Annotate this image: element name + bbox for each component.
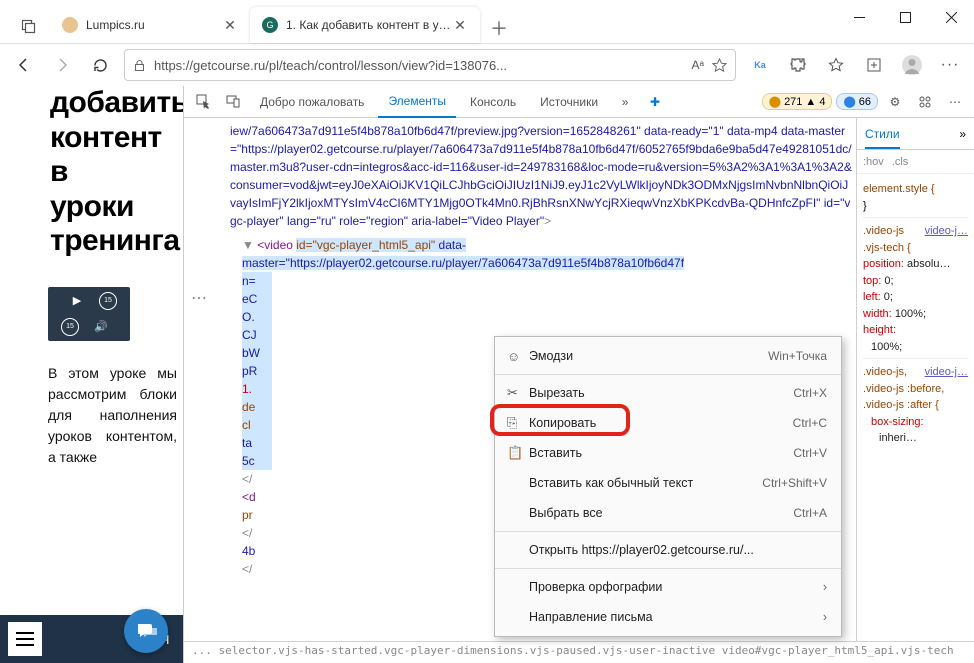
back-button[interactable] xyxy=(6,47,42,83)
tab-lumpics[interactable]: Lumpics.ru ✕ xyxy=(50,7,250,43)
refresh-button[interactable] xyxy=(82,47,118,83)
toolbar: https://getcourse.ru/pl/teach/control/le… xyxy=(0,44,974,86)
page-title: добавить контент в уроки тренинга xyxy=(0,86,183,259)
maximize-button[interactable] xyxy=(882,0,928,34)
context-menu: ☺ЭмодзиWin+Точка ✂ВырезатьCtrl+X ⎘Копиро… xyxy=(494,336,842,637)
code-line-video[interactable]: ▼ <video id="vgc-player_html5_api" data-… xyxy=(230,236,854,272)
devtools-menu-icon[interactable]: ⋯ xyxy=(942,89,968,115)
cm-spellcheck[interactable]: Проверка орфографии› xyxy=(495,572,841,602)
devtools-tab-welcome[interactable]: Добро пожаловать xyxy=(250,86,374,118)
reader-mode-button[interactable]: Aᵃ xyxy=(692,58,704,72)
ext-button-1[interactable]: Ka xyxy=(742,47,778,83)
profile-button[interactable] xyxy=(894,47,930,83)
separator xyxy=(495,531,841,532)
breadcrumb[interactable]: ... selector.vjs-has-started.vgc-player-… xyxy=(184,641,974,663)
emoji-icon: ☺ xyxy=(507,349,529,364)
styles-tab[interactable]: Стили xyxy=(865,127,900,149)
cm-emoji[interactable]: ☺ЭмодзиWin+Точка xyxy=(495,341,841,371)
video-thumbnail[interactable]: ▶ 15 15 🔊 xyxy=(48,287,130,341)
new-issue-icon[interactable]: ✚ xyxy=(642,89,668,115)
back-15-icon: 15 xyxy=(61,318,79,336)
extensions-button[interactable] xyxy=(780,47,816,83)
cut-icon: ✂ xyxy=(507,385,529,401)
styles-filter: :hov .cls xyxy=(857,150,974,174)
tab-label: 1. Как добавить контент в урок xyxy=(286,18,452,32)
devtools-tab-console[interactable]: Консоль xyxy=(460,86,526,118)
forward-15-icon: 15 xyxy=(99,292,117,310)
close-icon[interactable]: ✕ xyxy=(452,17,468,33)
devtools-tab-sources[interactable]: Источники xyxy=(530,86,608,118)
devtools-tab-elements[interactable]: Элементы xyxy=(378,86,456,118)
favorite-icon[interactable] xyxy=(712,58,727,73)
device-icon[interactable] xyxy=(220,89,246,115)
cm-select-all[interactable]: Выбрать всеCtrl+A xyxy=(495,498,841,528)
tab-actions-button[interactable] xyxy=(12,9,46,43)
lock-icon xyxy=(133,59,146,72)
play-icon: ▶ xyxy=(61,291,93,311)
page-body: В этом уроке мы рассмотрим блоки для нап… xyxy=(0,341,183,468)
warnings-badge[interactable]: ⬤271 ▲4 xyxy=(762,93,833,110)
chevron-right-icon: › xyxy=(823,580,827,594)
cm-copy[interactable]: ⎘КопироватьCtrl+C xyxy=(495,408,841,438)
info-badge[interactable]: ⬤66 xyxy=(836,93,878,110)
close-button[interactable] xyxy=(928,0,974,34)
styles-more-icon[interactable]: » xyxy=(959,127,966,141)
separator xyxy=(495,568,841,569)
gutter: ⋯ xyxy=(184,118,214,641)
chevron-right-icon: › xyxy=(823,610,827,624)
window-controls xyxy=(836,0,974,43)
minimize-button[interactable] xyxy=(836,0,882,34)
favicon-icon: G xyxy=(262,17,278,33)
volume-icon: 🔊 xyxy=(85,317,117,337)
devtools-header: Добро пожаловать Элементы Консоль Источн… xyxy=(184,86,974,118)
more-tabs-icon[interactable]: » xyxy=(612,89,638,115)
url-text: https://getcourse.ru/pl/teach/control/le… xyxy=(154,58,684,73)
page-content: добавить контент в уроки тренинга ▶ 15 1… xyxy=(0,86,183,663)
burger-button[interactable] xyxy=(8,622,42,656)
tab-getcourse[interactable]: G 1. Как добавить контент в урок ✕ xyxy=(250,7,480,43)
tab-strip: Lumpics.ru ✕ G 1. Как добавить контент в… xyxy=(0,0,836,43)
cm-paste[interactable]: 📋ВставитьCtrl+V xyxy=(495,438,841,468)
forward-button[interactable] xyxy=(44,47,80,83)
separator xyxy=(495,374,841,375)
styles-header: Стили » xyxy=(857,118,974,150)
settings-icon[interactable]: ⚙ xyxy=(882,89,908,115)
code-line: iew/7a606473a7d911e5f4b878a10fb6d47f/pre… xyxy=(230,122,854,230)
hov-toggle[interactable]: :hov xyxy=(863,156,884,168)
cls-toggle[interactable]: .cls xyxy=(892,156,909,168)
inspect-icon[interactable] xyxy=(190,89,216,115)
cm-cut[interactable]: ✂ВырезатьCtrl+X xyxy=(495,378,841,408)
url-bar[interactable]: https://getcourse.ru/pl/teach/control/le… xyxy=(124,49,736,81)
paste-icon: 📋 xyxy=(507,445,529,461)
new-tab-button[interactable]: ＋ xyxy=(484,13,514,43)
copy-icon: ⎘ xyxy=(507,415,529,431)
menu-button[interactable]: ··· xyxy=(932,47,968,83)
cm-direction[interactable]: Направление письма› xyxy=(495,602,841,632)
customize-icon[interactable] xyxy=(912,89,938,115)
cm-open-url[interactable]: Открыть https://player02.getcourse.ru/..… xyxy=(495,535,841,565)
tab-label: Lumpics.ru xyxy=(86,18,222,32)
favicon-icon xyxy=(62,17,78,33)
close-icon[interactable]: ✕ xyxy=(222,17,238,33)
titlebar: Lumpics.ru ✕ G 1. Как добавить контент в… xyxy=(0,0,974,44)
styles-panel: Стили » :hov .cls element.style { } vide… xyxy=(856,118,974,641)
cm-paste-plain[interactable]: Вставить как обычный текстCtrl+Shift+V xyxy=(495,468,841,498)
styles-body[interactable]: element.style { } video-j… .video-js .vj… xyxy=(857,174,974,641)
chat-button[interactable] xyxy=(124,609,168,653)
favorites-button[interactable] xyxy=(818,47,854,83)
collections-button[interactable] xyxy=(856,47,892,83)
